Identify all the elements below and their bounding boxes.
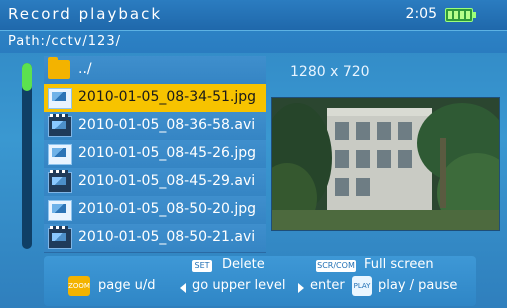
file-name: 2010-01-05_08-50-20.jpg — [78, 201, 257, 217]
file-item[interactable]: 2010-01-05_08-50-21.avi — [44, 224, 266, 253]
scrollbar-thumb[interactable] — [22, 63, 32, 91]
preview-photo — [272, 98, 499, 230]
record-playback-screen: Record playback 2:05 Path:/cctv/123/ ../… — [0, 0, 507, 308]
video-icon — [48, 226, 72, 249]
path-bar: Path:/cctv/123/ — [0, 30, 507, 53]
file-name: 2010-01-05_08-50-21.avi — [78, 229, 256, 245]
file-item[interactable]: 2010-01-05_08-36-58.avi — [44, 112, 266, 141]
preview-resolution: 1280 x 720 — [290, 64, 370, 80]
preview-image — [271, 97, 500, 231]
image-icon — [48, 200, 72, 221]
delete-hint: Delete — [222, 257, 265, 272]
screen-title: Record playback — [8, 5, 162, 23]
file-name: 2010-01-05_08-36-58.avi — [78, 117, 256, 133]
control-hints: SET Delete SCR/COM Full screen ZOOM page… — [44, 256, 476, 306]
play-pause-icon: PLAY — [352, 276, 372, 296]
title-bar: Record playback 2:05 — [0, 0, 507, 30]
file-item-parent[interactable]: ../ — [44, 56, 266, 85]
left-arrow-icon — [180, 283, 186, 293]
file-name: 2010-01-05_08-34-51.jpg — [78, 89, 257, 105]
zoom-icon: ZOOM — [68, 276, 90, 296]
file-item[interactable]: 2010-01-05_08-34-51.jpg — [44, 84, 266, 113]
file-name: 2010-01-05_08-45-29.avi — [78, 173, 256, 189]
file-item[interactable]: 2010-01-05_08-45-29.avi — [44, 168, 266, 197]
right-arrow-icon — [298, 283, 304, 293]
enter-hint: enter — [310, 278, 345, 293]
file-name: ../ — [78, 61, 92, 77]
set-key: SET — [192, 260, 212, 272]
image-icon — [48, 88, 72, 109]
current-path: Path:/cctv/123/ — [8, 34, 121, 49]
scr-com-key: SCR/COM — [316, 260, 356, 272]
clock: 2:05 — [405, 6, 437, 22]
upper-level-hint: go upper level — [192, 278, 286, 293]
image-icon — [48, 144, 72, 165]
folder-icon — [48, 57, 70, 79]
file-name: 2010-01-05_08-45-26.jpg — [78, 145, 257, 161]
fullscreen-hint: Full screen — [364, 257, 434, 272]
video-icon — [48, 170, 72, 193]
file-list: ../ 2010-01-05_08-34-51.jpg 2010-01-05_0… — [44, 56, 266, 256]
file-item[interactable]: 2010-01-05_08-45-26.jpg — [44, 140, 266, 169]
scrollbar[interactable] — [22, 63, 32, 249]
page-hint: page u/d — [98, 278, 156, 293]
file-item[interactable]: 2010-01-05_08-50-20.jpg — [44, 196, 266, 225]
video-icon — [48, 114, 72, 137]
battery-icon — [445, 8, 476, 22]
play-pause-hint: play / pause — [378, 278, 458, 293]
